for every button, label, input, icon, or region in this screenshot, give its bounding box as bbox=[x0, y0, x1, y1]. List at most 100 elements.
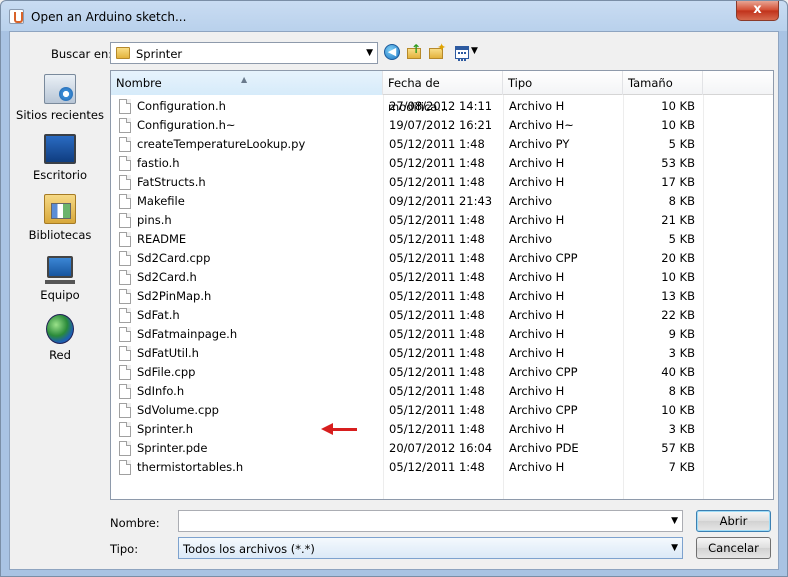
file-size: 20 KB bbox=[661, 251, 695, 265]
file-name: SdFatmainpage.h bbox=[137, 327, 238, 341]
file-row[interactable]: SdInfo.h 05/12/2011 1:48 Archivo H 8 KB bbox=[111, 382, 773, 401]
file-row[interactable]: SdFatUtil.h 05/12/2011 1:48 Archivo H 3 KB bbox=[111, 344, 773, 363]
file-row[interactable]: Configuration.h~ 19/07/2012 16:21 Archivo … bbox=[111, 116, 773, 135]
file-date: 05/12/2011 1:48 bbox=[389, 327, 485, 341]
column-header-date[interactable]: Fecha de modifica... bbox=[383, 71, 503, 114]
close-button[interactable]: x bbox=[736, 1, 779, 21]
view-menu-button[interactable]: ▼ bbox=[454, 44, 480, 62]
cancel-button[interactable]: Cancelar bbox=[696, 537, 771, 559]
place-desktop[interactable]: Escritorio bbox=[14, 130, 106, 188]
filename-label: Nombre: bbox=[110, 516, 160, 530]
place-computer[interactable]: Equipo bbox=[14, 250, 106, 308]
file-size: 17 KB bbox=[661, 175, 695, 189]
file-size: 9 KB bbox=[668, 327, 695, 341]
recent-places-icon bbox=[44, 74, 76, 104]
up-folder-button[interactable]: ↑ bbox=[406, 42, 424, 62]
file-icon bbox=[119, 118, 131, 133]
file-size: 40 KB bbox=[661, 365, 695, 379]
place-label: Bibliotecas bbox=[28, 228, 92, 242]
back-button[interactable]: ◀ bbox=[384, 44, 402, 62]
chevron-down-icon[interactable]: ▼ bbox=[366, 48, 373, 58]
file-name: Sd2PinMap.h bbox=[137, 289, 212, 303]
file-icon bbox=[119, 384, 131, 399]
file-icon bbox=[119, 99, 131, 114]
file-row[interactable]: SdFile.cpp 05/12/2011 1:48 Archivo CPP 40 K… bbox=[111, 363, 773, 382]
file-icon bbox=[119, 365, 131, 380]
file-row[interactable]: Makefile 09/12/2011 21:43 Archivo 8 KB bbox=[111, 192, 773, 211]
places-bar: Sitios recientes Escritorio Bibliotecas … bbox=[14, 70, 106, 450]
file-date: 05/12/2011 1:48 bbox=[389, 403, 485, 417]
file-row[interactable]: Configuration.h 27/08/2012 14:11 Archivo H… bbox=[111, 97, 773, 116]
file-name: Configuration.h bbox=[137, 99, 226, 113]
file-name: SdFat.h bbox=[137, 308, 180, 322]
file-icon bbox=[119, 289, 131, 304]
file-row[interactable]: Sprinter.h 05/12/2011 1:48 Archivo H 3 KB bbox=[111, 420, 773, 439]
file-type: Archivo H bbox=[509, 346, 565, 360]
filetype-select[interactable]: Todos los archivos (*.*) ▼ bbox=[178, 537, 683, 559]
file-row[interactable]: thermistortables.h 05/12/2011 1:48 Archivo… bbox=[111, 458, 773, 477]
sort-ascending-icon: ▲ bbox=[241, 75, 248, 84]
file-row[interactable]: Sd2PinMap.h 05/12/2011 1:48 Archivo H 13 KB bbox=[111, 287, 773, 306]
file-name: pins.h bbox=[137, 213, 172, 227]
file-type: Archivo H bbox=[509, 175, 565, 189]
file-name: Sd2Card.h bbox=[137, 270, 197, 284]
file-type: Archivo CPP bbox=[509, 365, 578, 379]
file-type: Archivo PY bbox=[509, 137, 570, 151]
place-recent[interactable]: Sitios recientes bbox=[14, 70, 106, 128]
place-network[interactable]: Red bbox=[14, 310, 106, 368]
look-in-combo[interactable]: Sprinter ▼ bbox=[110, 42, 378, 64]
column-header-type[interactable]: Tipo bbox=[503, 71, 623, 95]
file-date: 05/12/2011 1:48 bbox=[389, 232, 485, 246]
filename-input[interactable]: ▼ bbox=[178, 510, 683, 532]
file-row[interactable]: FatStructs.h 05/12/2011 1:48 Archivo H 17 K… bbox=[111, 173, 773, 192]
file-icon bbox=[119, 422, 131, 437]
file-row[interactable]: SdVolume.cpp 05/12/2011 1:48 Archivo CPP 10… bbox=[111, 401, 773, 420]
filetype-label: Tipo: bbox=[110, 542, 139, 556]
file-list[interactable]: Nombre ▲ Fecha de modifica... Tipo Tamañ… bbox=[110, 70, 774, 500]
file-row[interactable]: README 05/12/2011 1:48 Archivo 5 KB bbox=[111, 230, 773, 249]
libraries-icon bbox=[44, 194, 76, 224]
file-size: 21 KB bbox=[661, 213, 695, 227]
file-name: fastio.h bbox=[137, 156, 180, 170]
window-title: Open an Arduino sketch... bbox=[31, 10, 187, 24]
file-type: Archivo bbox=[509, 232, 552, 246]
file-type: Archivo H bbox=[509, 213, 565, 227]
column-header-label: Tipo bbox=[508, 76, 533, 90]
open-sketch-dialog: Open an Arduino sketch... x Buscar en: S… bbox=[0, 0, 788, 577]
file-name: Sprinter.pde bbox=[137, 441, 208, 455]
file-row[interactable]: SdFatmainpage.h 05/12/2011 1:48 Archivo H 9… bbox=[111, 325, 773, 344]
file-icon bbox=[119, 232, 131, 247]
file-row[interactable]: createTemperatureLookup.py 05/12/2011 1:4… bbox=[111, 135, 773, 154]
back-arrow-icon: ◀ bbox=[384, 44, 400, 60]
folder-icon bbox=[116, 47, 130, 59]
file-row[interactable]: Sd2Card.h 05/12/2011 1:48 Archivo H 10 KB bbox=[111, 268, 773, 287]
file-icon bbox=[119, 403, 131, 418]
file-row[interactable]: SdFat.h 05/12/2011 1:48 Archivo H 22 KB bbox=[111, 306, 773, 325]
file-type: Archivo H bbox=[509, 156, 565, 170]
file-size: 3 KB bbox=[668, 346, 695, 360]
column-header-name[interactable]: Nombre ▲ bbox=[111, 71, 383, 95]
column-header-size[interactable]: Tamaño bbox=[623, 71, 703, 95]
file-type: Archivo H bbox=[509, 327, 565, 341]
file-date: 05/12/2011 1:48 bbox=[389, 213, 485, 227]
file-type: Archivo H bbox=[509, 308, 565, 322]
file-date: 20/07/2012 16:04 bbox=[389, 441, 493, 455]
title-bar[interactable]: Open an Arduino sketch... x bbox=[1, 1, 787, 31]
file-row[interactable]: pins.h 05/12/2011 1:48 Archivo H 21 KB bbox=[111, 211, 773, 230]
close-icon: x bbox=[753, 2, 762, 17]
file-date: 05/12/2011 1:48 bbox=[389, 365, 485, 379]
chevron-down-icon[interactable]: ▼ bbox=[671, 516, 678, 526]
file-row[interactable]: Sprinter.pde 20/07/2012 16:04 Archivo PDE 5… bbox=[111, 439, 773, 458]
file-date: 27/08/2012 14:11 bbox=[389, 99, 493, 113]
file-row[interactable]: fastio.h 05/12/2011 1:48 Archivo H 53 KB bbox=[111, 154, 773, 173]
new-folder-button[interactable]: ✦ bbox=[428, 41, 446, 62]
open-button[interactable]: Abrir bbox=[696, 510, 771, 532]
file-type: Archivo H bbox=[509, 460, 565, 474]
file-date: 05/12/2011 1:48 bbox=[389, 175, 485, 189]
file-date: 05/12/2011 1:48 bbox=[389, 270, 485, 284]
file-name: Configuration.h~ bbox=[137, 118, 236, 132]
file-row[interactable]: Sd2Card.cpp 05/12/2011 1:48 Archivo CPP 20 … bbox=[111, 249, 773, 268]
file-type: Archivo H bbox=[509, 270, 565, 284]
place-libraries[interactable]: Bibliotecas bbox=[14, 190, 106, 248]
file-type: Archivo H bbox=[509, 422, 565, 436]
